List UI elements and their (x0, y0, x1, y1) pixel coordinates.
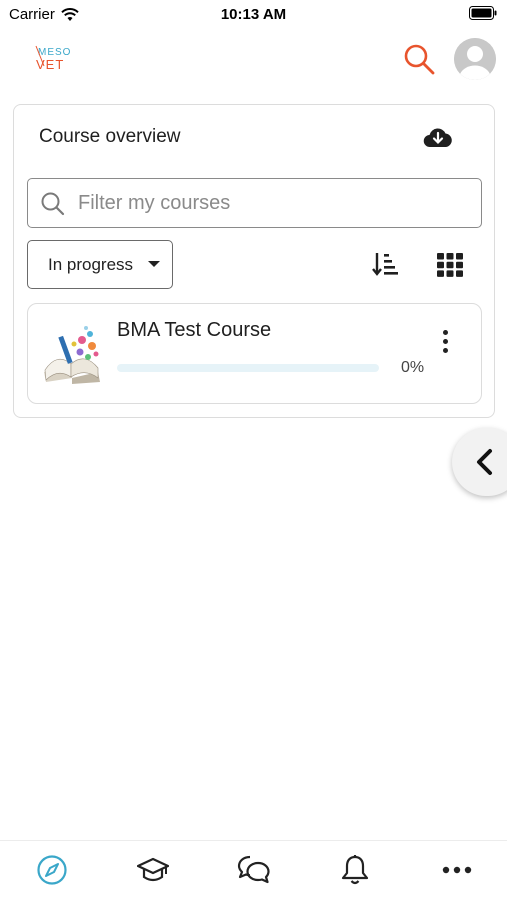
battery-icon (469, 6, 497, 24)
course-actions-menu-button[interactable] (433, 324, 457, 358)
more-icon (442, 866, 472, 874)
site-logo[interactable]: MESO VET (32, 44, 78, 72)
search-button[interactable] (400, 40, 438, 78)
course-card[interactable]: BMA Test Course 0% (27, 303, 482, 404)
tab-dashboard[interactable] (35, 853, 69, 887)
status-bar: Carrier 10:13 AM (0, 0, 507, 28)
chevron-left-icon (477, 449, 492, 475)
search-icon (41, 192, 65, 216)
sort-icon (372, 253, 398, 276)
tab-more[interactable] (440, 853, 474, 887)
chat-bubbles-icon (237, 855, 270, 884)
course-status-select[interactable]: In progress (27, 240, 173, 289)
tab-my-courses[interactable] (136, 853, 170, 887)
course-filter-field[interactable] (27, 178, 482, 228)
course-progress-bar (117, 364, 379, 372)
course-progress-label: 0% (401, 359, 425, 376)
user-avatar[interactable] (454, 38, 496, 80)
status-select-value: In progress (48, 254, 134, 274)
filter-input[interactable] (78, 187, 468, 219)
app-header: MESO VET (0, 30, 507, 88)
user-icon (454, 38, 496, 80)
display-mode-button[interactable] (435, 250, 465, 280)
tab-notifications[interactable] (338, 853, 372, 887)
search-icon (404, 44, 435, 75)
bottom-tab-bar (0, 840, 507, 900)
status-time: 10:13 AM (220, 6, 287, 23)
bell-icon (341, 855, 369, 885)
grid-icon (437, 253, 463, 277)
graduation-cap-icon (137, 857, 169, 882)
compass-icon (37, 855, 67, 885)
kebab-dot (442, 329, 448, 335)
tab-messages[interactable] (237, 853, 271, 887)
svg-text:VET: VET (36, 57, 64, 72)
course-overview-block: Course overview In progress (13, 104, 495, 418)
download-courses-button[interactable] (420, 122, 456, 152)
kebab-dot (442, 338, 448, 344)
open-block-drawer-button[interactable] (452, 428, 507, 496)
caret-down-icon (148, 261, 160, 267)
course-name-link[interactable]: BMA Test Course (117, 319, 271, 342)
cloud-download-icon (423, 128, 452, 148)
block-title: Course overview (39, 126, 181, 147)
kebab-dot (442, 347, 448, 353)
app-screen: Carrier 10:13 AM MESO VET Course overvie… (0, 0, 507, 900)
course-image[interactable] (42, 322, 102, 384)
sort-button[interactable] (370, 248, 402, 280)
